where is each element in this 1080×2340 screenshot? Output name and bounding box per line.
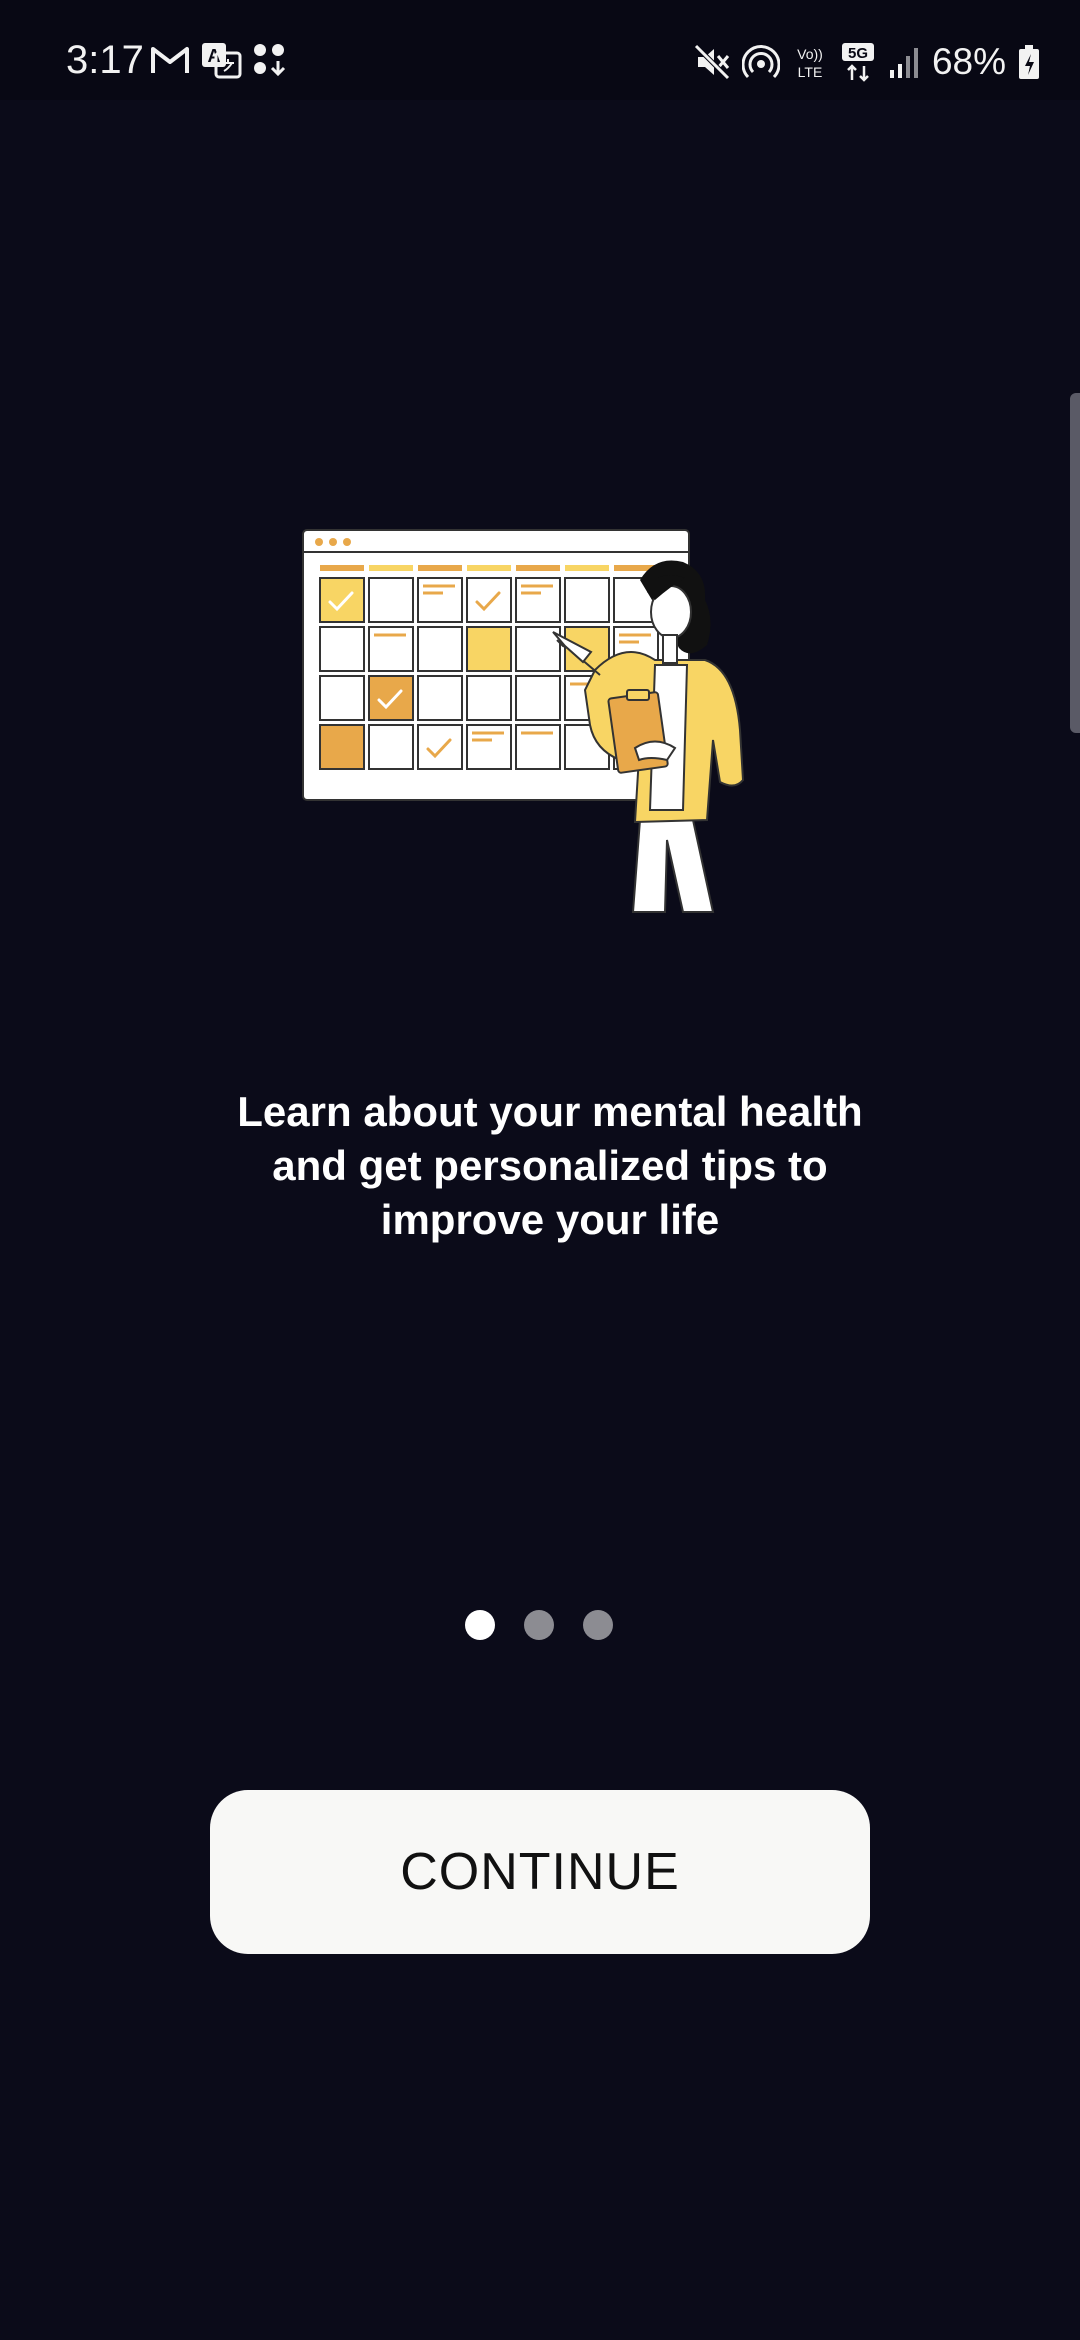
5g-icon: 5G [841,43,874,82]
status-bar: 3:17 A Vo)) LTE 5G 68% [0,0,1080,100]
volte-icon: Vo)) LTE [797,46,823,80]
onboarding-headline: Learn about your mental health and get p… [237,1088,863,1243]
signal-icon [889,48,918,78]
page-dot-2[interactable] [524,1610,554,1640]
calendar-planning-illustration [302,529,745,913]
battery-icon [1019,45,1039,79]
translate-icon: A [202,43,242,79]
hotspot-icon [741,45,780,79]
status-time: 3:17 [66,38,144,82]
mute-icon [694,44,730,80]
scroll-indicator[interactable] [1070,393,1080,733]
battery-percent: 68% [931,41,1006,82]
page-dot-3[interactable] [583,1610,613,1640]
svg-text:A: A [208,46,221,66]
app-download-icon [254,44,286,77]
continue-button-label: CONTINUE [400,1843,680,1901]
svg-text:5G: 5G [848,45,868,62]
continue-button[interactable]: CONTINUE [210,1790,870,1954]
page-dot-1[interactable] [465,1610,495,1640]
svg-text:Vo)): Vo)) [797,46,823,62]
status-right-icons: Vo)) LTE 5G 68% [694,40,1040,84]
svg-text:LTE: LTE [798,64,823,80]
page-indicator [465,1610,613,1640]
status-left-icons: A [150,40,288,80]
gmail-icon [151,47,189,73]
